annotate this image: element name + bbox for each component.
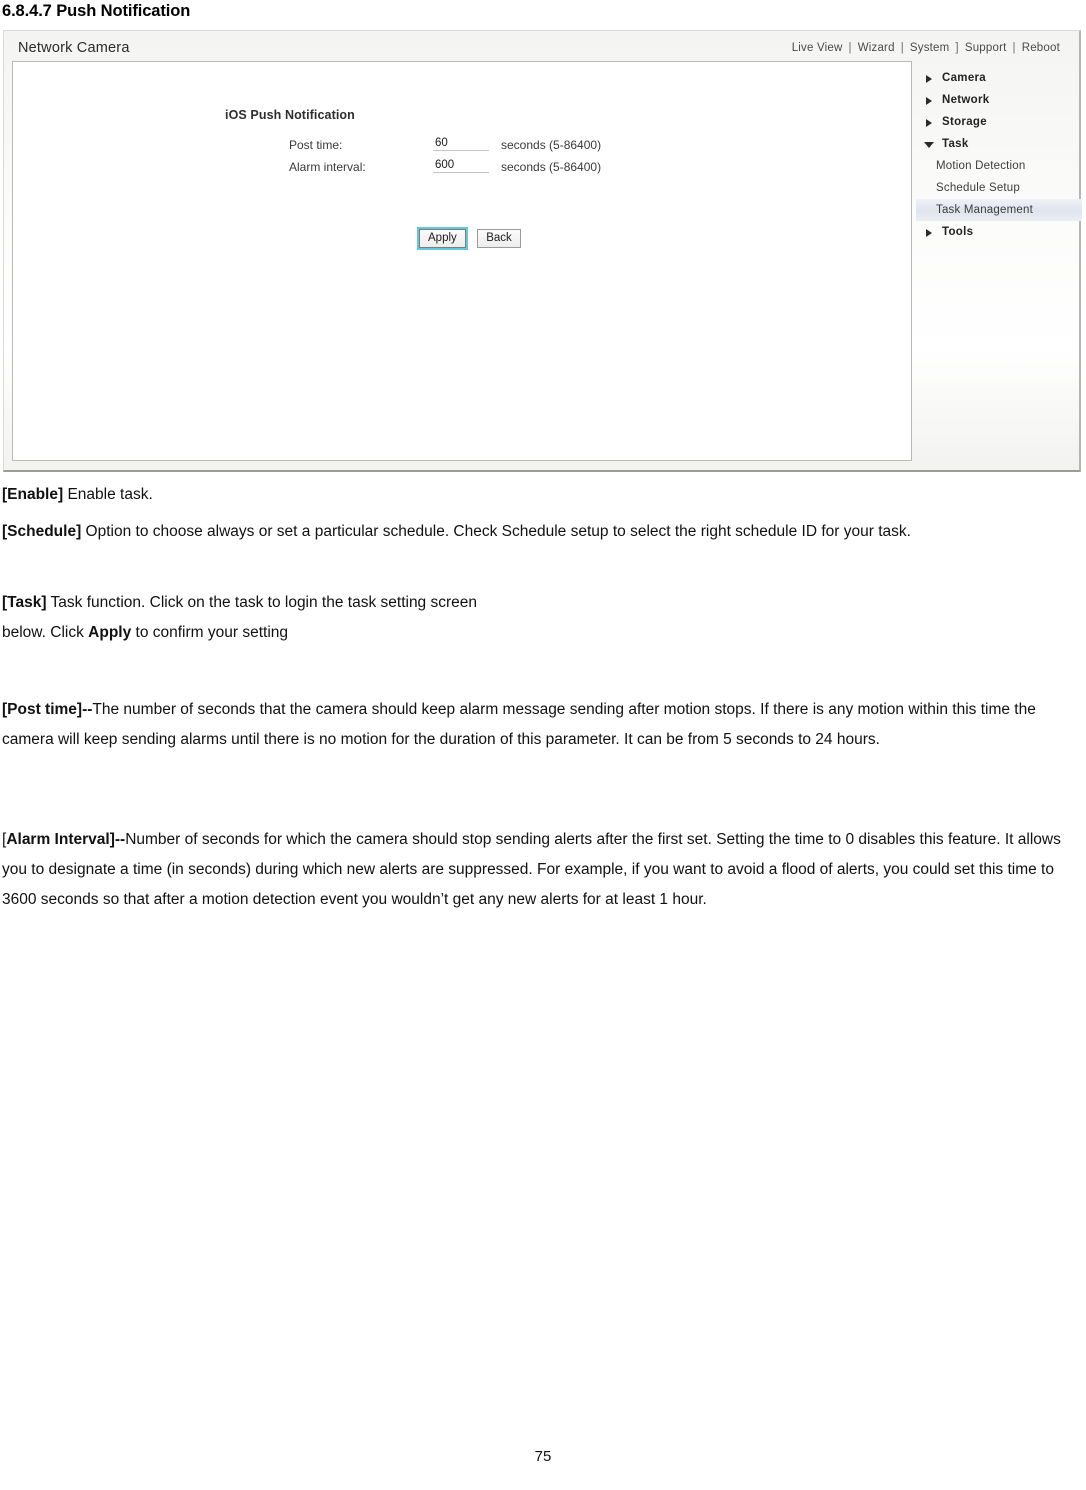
post-time-input[interactable] [433,136,489,151]
embedded-screenshot-figure: Network Camera Live View | Wizard | System] S… [3,30,1082,472]
content-panel: iOS Push Notification Post time: seconds… [12,61,912,461]
nav-link-system[interactable]: System [909,42,951,54]
body-paragraph-schedule: [Schedule] Option to choose always or se… [2,517,1082,547]
task-description-cont: below. Click [2,624,89,641]
triangle-right-icon [926,119,932,127]
alarm-interval-input[interactable] [433,158,489,173]
tree-item-tools[interactable]: Tools [916,221,1082,243]
term-post-time: [Post time]-- [2,701,93,718]
alarm-interval-hint: seconds (5-86400) [501,160,602,174]
tree-item-label: Motion Detection [936,160,1026,172]
nav-separator: | [848,42,852,54]
tree-item-task[interactable]: Task [916,133,1082,155]
enable-description: Enable task. [63,486,153,503]
triangle-down-icon [924,142,934,148]
tree-item-label: Storage [942,116,987,128]
nav-link-wizard[interactable]: Wizard [857,42,896,54]
tree-item-motion-detection[interactable]: Motion Detection [916,155,1082,177]
term-schedule: [Schedule] [2,523,82,540]
form-button-row: Apply Back [417,227,528,250]
post-time-label: Post time: [289,138,343,152]
nav-link-live-view[interactable]: Live View [791,42,844,54]
page-number: 75 [534,1448,552,1465]
tree-item-camera[interactable]: Camera [916,67,1082,89]
window-title: Network Camera [18,40,130,56]
page-title: 6.8.4.7 Push Notification [2,2,191,20]
nav-separator: | [1012,42,1016,54]
post-time-description: The number of seconds that the camera sh… [2,701,1036,748]
alarm-interval-description: Number of seconds for which the camera s… [2,831,1061,908]
nav-separator: ] [955,42,959,54]
tree-item-label: Task [942,138,969,150]
alarm-interval-label: Alarm interval: [289,160,366,174]
apply-button[interactable]: Apply [417,227,468,250]
body-paragraph-alarm-interval: [Alarm Interval]--Number of seconds for … [2,825,1082,915]
triangle-right-icon [926,229,932,237]
task-description: Task function. Click on the task to logi… [46,594,478,611]
term-task: [Task] [2,594,47,611]
nav-link-reboot[interactable]: Reboot [1021,42,1061,54]
tree-item-label: Task Management [936,204,1033,216]
tree-item-label: Network [942,94,990,106]
task-apply-word: Apply [88,624,132,641]
tree-item-network[interactable]: Network [916,89,1082,111]
form-title: iOS Push Notification [225,108,355,122]
top-navigation-bar: Live View | Wizard | System] Support | Reboot [791,42,1061,54]
body-paragraph-enable: [Enable] Enable task. [2,480,1082,510]
body-paragraph-post-time: [Post time]--The number of seconds that … [2,695,1082,755]
tree-item-label: Tools [942,226,974,238]
schedule-description: Option to choose always or set a particu… [81,523,911,540]
triangle-right-icon [926,97,932,105]
back-button[interactable]: Back [477,229,521,248]
tree-item-label: Schedule Setup [936,182,1021,194]
settings-tree-menu: Camera Network Storage Task Motion Detec… [916,67,1082,243]
term-enable: [Enable] [2,486,64,503]
tree-item-storage[interactable]: Storage [916,111,1082,133]
tree-item-schedule-setup[interactable]: Schedule Setup [916,177,1082,199]
task-description-end: to confirm your setting [131,624,289,641]
triangle-right-icon [926,75,932,83]
tree-item-label: Camera [942,72,986,84]
nav-separator: | [900,42,904,54]
tree-item-task-management[interactable]: Task Management [916,199,1082,221]
post-time-hint: seconds (5-86400) [501,138,602,152]
term-alarm-interval: Alarm Interval]-- [6,831,126,848]
nav-link-support[interactable]: Support [964,42,1008,54]
body-paragraph-task: [Task] Task function. Click on the task … [2,588,1082,648]
